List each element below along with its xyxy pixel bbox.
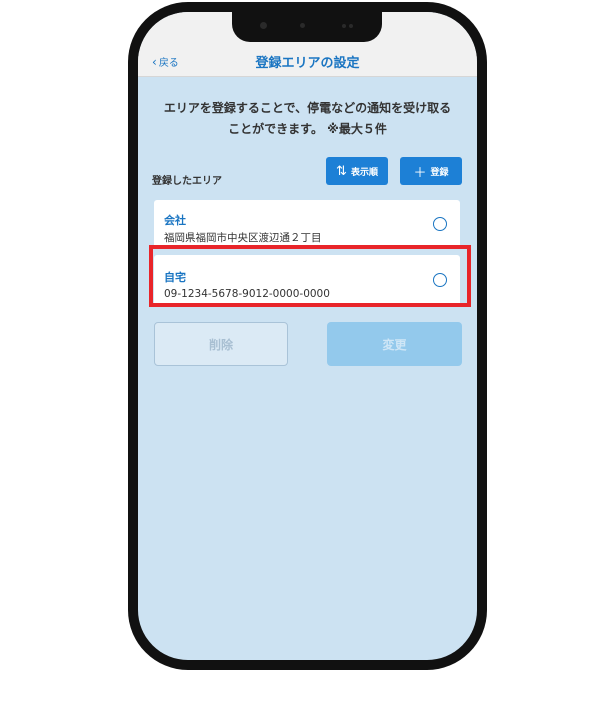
area-radio[interactable] xyxy=(433,216,447,231)
add-area-label: 登録 xyxy=(430,167,449,178)
phone-notch xyxy=(232,12,382,42)
highlight-frame xyxy=(149,245,471,307)
area-detail: 福岡県福岡市中央区渡辺通２丁目 xyxy=(164,232,322,244)
add-area-button[interactable]: ＋ 登録 xyxy=(400,157,462,185)
change-button[interactable]: 変更 xyxy=(327,322,462,366)
sensor-dot-icon xyxy=(342,24,346,28)
section-label: 登録したエリア xyxy=(152,176,222,187)
area-list-item[interactable]: 会社 福岡県福岡市中央区渡辺通２丁目 xyxy=(154,200,460,249)
phone-screen: ‹ 戻る 登録エリアの設定 エリアを登録することで、停電などの通知を受け取る こ… xyxy=(138,12,477,660)
area-name: 会社 xyxy=(164,214,186,227)
delete-button[interactable]: 削除 xyxy=(154,322,288,366)
sort-arrows-icon: ⇅ xyxy=(336,163,347,179)
sensor-dot-icon xyxy=(349,24,353,28)
phone-frame: ‹ 戻る 登録エリアの設定 エリアを登録することで、停電などの通知を受け取る こ… xyxy=(128,2,487,670)
sensor-icon xyxy=(300,23,305,28)
plus-icon: ＋ xyxy=(413,165,427,181)
intro-line-1: エリアを登録することで、停電などの通知を受け取る xyxy=(163,101,452,115)
sort-order-label: 表示順 xyxy=(350,167,378,178)
intro-text: エリアを登録することで、停電などの通知を受け取る ことができます。 ※最大５件 xyxy=(150,98,465,140)
camera-icon xyxy=(260,22,267,29)
page-title: 登録エリアの設定 xyxy=(255,56,360,71)
intro-line-2: ことができます。 ※最大５件 xyxy=(228,122,387,136)
sort-order-button[interactable]: ⇅ 表示順 xyxy=(326,157,388,185)
